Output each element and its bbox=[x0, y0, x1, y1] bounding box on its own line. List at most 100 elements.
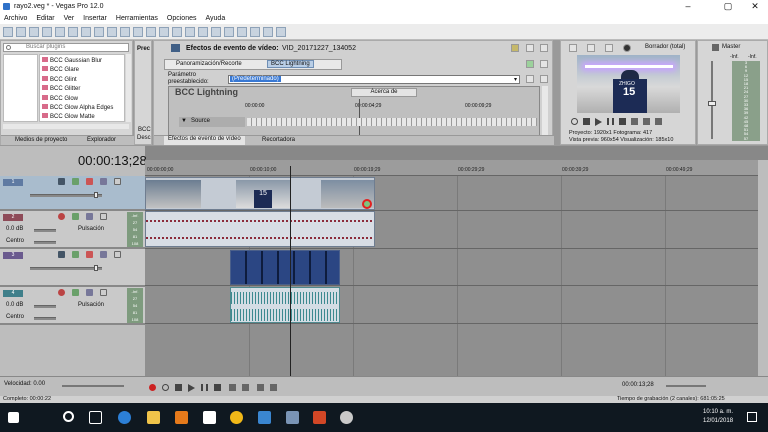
preview-quality[interactable]: Borrador (total) bbox=[645, 44, 685, 50]
fx-bypass-button[interactable] bbox=[511, 44, 519, 52]
render-icon[interactable] bbox=[55, 26, 65, 37]
mute-icon[interactable] bbox=[86, 213, 93, 220]
menu-ayuda[interactable]: Ayuda bbox=[205, 15, 225, 22]
loop-playback-icon[interactable] bbox=[162, 384, 169, 391]
plugin-item[interactable]: BCC Glow Alpha Edges bbox=[42, 104, 113, 113]
tab-explorer[interactable]: Explorador bbox=[87, 137, 116, 143]
minimize-button[interactable]: – bbox=[673, 0, 703, 12]
new-icon[interactable] bbox=[3, 26, 13, 37]
track-header-2[interactable]: 2 0.0 dB Centro Pulsación -Inf. 27 54 81 108 bbox=[0, 211, 145, 248]
go-end-icon[interactable] bbox=[242, 384, 249, 391]
automation-icon[interactable] bbox=[58, 178, 65, 185]
properties-icon[interactable] bbox=[68, 26, 78, 37]
vegas-icon[interactable] bbox=[286, 411, 299, 424]
level-slider-knob[interactable] bbox=[94, 265, 98, 271]
menu-insertar[interactable]: Insertar bbox=[83, 15, 107, 22]
app-icon[interactable] bbox=[340, 411, 353, 424]
record-icon[interactable] bbox=[149, 384, 156, 391]
zoom-tool-icon[interactable] bbox=[198, 26, 208, 37]
preview-quality-icon[interactable] bbox=[623, 44, 631, 52]
record-arm-icon[interactable] bbox=[58, 289, 65, 296]
tab-media[interactable]: Medios de proyecto bbox=[15, 137, 67, 143]
solo-icon[interactable] bbox=[114, 251, 121, 258]
level-slider[interactable] bbox=[30, 267, 102, 270]
snap-icon[interactable] bbox=[211, 26, 221, 37]
plugin-scrollbar[interactable] bbox=[126, 54, 131, 122]
pan-mode[interactable]: Pulsación bbox=[78, 226, 104, 232]
store-icon[interactable] bbox=[175, 411, 188, 424]
file-explorer-icon[interactable] bbox=[147, 411, 160, 424]
start-icon[interactable] bbox=[8, 412, 19, 423]
mute-icon[interactable] bbox=[86, 289, 93, 296]
fx-icon[interactable] bbox=[72, 289, 79, 296]
next-frame-icon[interactable] bbox=[643, 118, 650, 125]
auto-ripple-icon[interactable] bbox=[224, 26, 234, 37]
plugin-item[interactable]: BCC Glint bbox=[42, 75, 113, 85]
master-fader[interactable] bbox=[708, 61, 716, 139]
prev-frame-icon[interactable] bbox=[631, 118, 638, 125]
powerpoint-icon[interactable] bbox=[313, 411, 326, 424]
save-as-icon[interactable] bbox=[42, 26, 52, 37]
close-button[interactable]: ✕ bbox=[740, 0, 768, 12]
plugin-item[interactable]: BCC Glow bbox=[42, 94, 113, 104]
playhead[interactable] bbox=[290, 166, 291, 376]
help-icon[interactable] bbox=[276, 26, 286, 37]
play-icon[interactable] bbox=[188, 384, 195, 392]
timeline-vscrollbar[interactable] bbox=[758, 160, 768, 376]
plugin-item[interactable]: BCC Glare bbox=[42, 66, 113, 75]
track-header-3[interactable]: 3 bbox=[0, 249, 145, 286]
go-start-icon[interactable] bbox=[229, 384, 236, 391]
open-icon[interactable] bbox=[16, 26, 26, 37]
plugin-tree[interactable] bbox=[3, 54, 38, 122]
fx-button-icon[interactable] bbox=[362, 199, 372, 209]
compositing-icon[interactable] bbox=[86, 251, 93, 258]
menu-herramientas[interactable]: Herramientas bbox=[116, 15, 158, 22]
fx-icon[interactable] bbox=[72, 251, 79, 258]
source-row[interactable]: ▼ Source bbox=[179, 117, 245, 127]
overlay-icon[interactable] bbox=[605, 44, 613, 52]
plugin-item[interactable]: BCC Gaussian Blur bbox=[42, 57, 113, 66]
scrub-slider[interactable] bbox=[666, 385, 706, 387]
automation-icon[interactable] bbox=[58, 251, 65, 258]
split-screen-icon[interactable] bbox=[587, 44, 595, 52]
chrome-icon[interactable] bbox=[230, 411, 243, 424]
selection-tool-icon[interactable] bbox=[185, 26, 195, 37]
lock-envelopes-icon[interactable] bbox=[237, 26, 247, 37]
fx-scrollbar[interactable] bbox=[542, 86, 548, 136]
keyframe-playhead[interactable] bbox=[359, 99, 360, 135]
mute-icon[interactable] bbox=[100, 251, 107, 258]
undo-icon[interactable] bbox=[120, 26, 130, 37]
solo-icon[interactable] bbox=[100, 213, 107, 220]
fx-icon[interactable] bbox=[72, 178, 79, 185]
timeline-ruler[interactable]: 00:00:00;00 00:00:10;00 00:00:19;29 00:0… bbox=[145, 160, 758, 176]
play-from-start-icon[interactable] bbox=[175, 384, 182, 391]
play-from-start-icon[interactable] bbox=[583, 118, 590, 125]
plugin-item[interactable]: BCC Glitter bbox=[42, 85, 113, 94]
fx-chain-item-panzoom[interactable]: Panoramización/Recorte bbox=[176, 61, 242, 67]
level-slider[interactable] bbox=[30, 194, 102, 197]
stop-icon[interactable] bbox=[214, 384, 221, 391]
video-clip-3[interactable] bbox=[230, 250, 340, 285]
volume-slider[interactable] bbox=[34, 229, 56, 232]
envelope-tool-icon[interactable] bbox=[172, 26, 182, 37]
mute-icon[interactable] bbox=[100, 178, 107, 185]
fx-chain-item-lightning[interactable]: BCC Lightning bbox=[267, 60, 314, 68]
fx-chain-add-button[interactable] bbox=[526, 60, 534, 68]
audio-clip-1[interactable] bbox=[145, 211, 375, 247]
pan-slider[interactable] bbox=[34, 241, 56, 244]
menu-ver[interactable]: Ver bbox=[64, 15, 75, 22]
volume-slider[interactable] bbox=[34, 305, 56, 308]
mail-icon[interactable] bbox=[203, 411, 216, 424]
edit-tool-icon[interactable] bbox=[159, 26, 169, 37]
level-slider-knob[interactable] bbox=[94, 192, 98, 198]
pan-slider[interactable] bbox=[34, 317, 56, 320]
delete-preset-button[interactable] bbox=[540, 75, 548, 83]
about-button[interactable]: Acerca de bbox=[351, 88, 417, 97]
paste-icon[interactable] bbox=[107, 26, 117, 37]
plugin-item[interactable]: BCC Glow Matte bbox=[42, 113, 113, 122]
loop-icon[interactable] bbox=[571, 118, 578, 125]
copy-icon[interactable] bbox=[94, 26, 104, 37]
task-view-icon[interactable] bbox=[89, 411, 102, 424]
history-icon[interactable] bbox=[146, 26, 156, 37]
next-frame-icon[interactable] bbox=[270, 384, 277, 391]
